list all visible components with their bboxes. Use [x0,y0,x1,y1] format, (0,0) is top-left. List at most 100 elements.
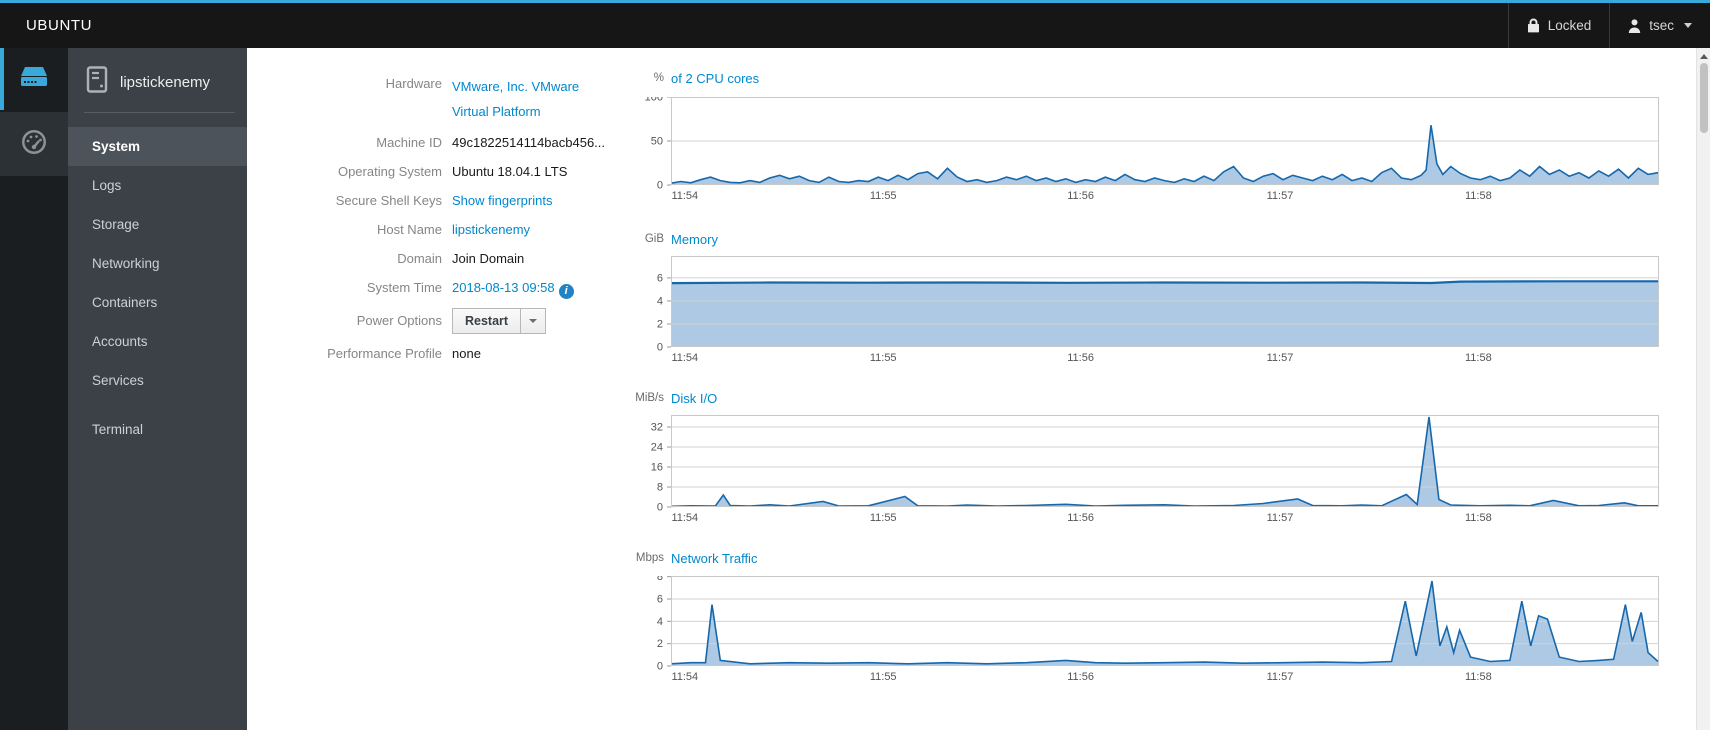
sidebar-item-terminal[interactable]: Terminal [68,410,247,449]
sidebar-item-containers[interactable]: Containers [68,283,247,322]
info-row-system-time: System Time 2018-08-13 09:58 i [250,278,600,299]
ssh-keys-label: Secure Shell Keys [335,193,442,208]
machine-id-value: 49c1822514114bacb456... [452,135,606,150]
chevron-down-icon [529,319,538,323]
memory-chart-link[interactable]: Memory [671,232,718,247]
cpu-chart-title-row: % of 2 CPU cores [605,69,1660,87]
info-row-domain: Domain Join Domain [250,249,600,269]
disk-io-chart: 32 24 16 8 0 11:54 11:55 11:56 11:57 11:58 [651,415,1659,524]
hostname-label: Host Name [376,222,442,237]
info-row-hardware: Hardware VMware, Inc. VMware Virtual Pla… [250,74,600,124]
accent-strip [0,0,1710,3]
sidebar-item-storage[interactable]: Storage [68,205,247,244]
host-name: lipstickenemy [120,73,211,91]
server-outline-icon [86,66,108,98]
memory-usage-chart: 6 4 2 0 11:54 11:55 11:56 11:57 11:58 [657,256,1659,364]
hostname-link[interactable]: lipstickenemy [452,222,530,237]
svg-text:11:55: 11:55 [870,671,897,683]
svg-text:11:57: 11:57 [1267,190,1294,202]
sidebar-divider [84,112,235,113]
svg-text:0: 0 [657,180,663,192]
machine-id-label: Machine ID [376,135,442,150]
svg-text:11:55: 11:55 [870,512,897,524]
svg-text:11:57: 11:57 [1267,671,1294,683]
svg-text:11:54: 11:54 [671,671,698,683]
server-icon [18,64,50,95]
cpu-unit-label: % [653,72,664,84]
chevron-down-icon [1684,23,1692,28]
show-fingerprints-link[interactable]: Show fingerprints [452,193,552,208]
svg-text:0: 0 [657,342,663,354]
svg-text:11:55: 11:55 [870,352,897,364]
info-row-performance-profile: Performance Profile none [250,344,600,364]
host-header[interactable]: lipstickenemy [68,48,247,112]
user-name: tsec [1649,18,1674,33]
svg-text:4: 4 [657,295,663,307]
svg-text:4: 4 [657,616,663,628]
network-unit-label: Mbps [635,552,664,564]
scroll-up-arrow-icon[interactable] [1699,54,1708,59]
sidebar-item-logs[interactable]: Logs [68,166,247,205]
sidebar-item-system[interactable]: System [68,127,247,166]
power-options-label: Power Options [356,313,442,328]
svg-text:6: 6 [657,594,663,606]
os-label: Operating System [337,164,442,179]
top-navbar: UBUNTU Locked tsec [0,0,1710,48]
svg-text:11:56: 11:56 [1067,190,1094,202]
info-circle-icon[interactable]: i [558,284,574,299]
svg-text:24: 24 [651,442,663,454]
hardware-label: Hardware [385,76,442,91]
svg-text:11:56: 11:56 [1067,352,1094,364]
svg-text:11:58: 11:58 [1465,512,1492,524]
system-time-label: System Time [366,280,442,295]
memory-chart-title-row: GiB Memory [605,230,1660,248]
sidebar-item-accounts[interactable]: Accounts [68,322,247,361]
svg-text:11:54: 11:54 [671,512,698,524]
hardware-link[interactable]: VMware, Inc. VMware Virtual Platform [452,74,602,124]
info-row-machine-id: Machine ID 49c1822514114bacb456... [250,133,605,153]
sidebar-item-services[interactable]: Services [68,361,247,400]
disk-chart-title-row: MiB/s Disk I/O [605,389,1660,407]
svg-text:11:58: 11:58 [1465,352,1492,364]
disk-unit-label: MiB/s [635,392,664,404]
domain-label: Domain [397,251,442,266]
network-traffic-chart: 8 6 4 2 0 11:54 11:55 11:56 11:57 11:58 [657,576,1659,683]
svg-text:11:55: 11:55 [870,190,897,202]
cpu-chart-link[interactable]: of 2 CPU cores [671,71,759,86]
svg-text:11:58: 11:58 [1465,190,1492,202]
svg-text:16: 16 [651,462,663,474]
svg-text:2: 2 [657,318,663,330]
svg-text:11:54: 11:54 [671,352,698,364]
svg-text:8: 8 [657,576,663,583]
user-icon [1628,18,1641,33]
network-chart-link[interactable]: Network Traffic [671,551,757,566]
system-info-panel: Hardware VMware, Inc. VMware Virtual Pla… [250,74,605,373]
cpu-usage-chart: 100 50 0 11:54 11:55 11:56 11:57 11:58 [645,97,1659,202]
menu-group-gap [68,400,247,410]
svg-text:11:56: 11:56 [1067,512,1094,524]
cockpit-app: UBUNTU Locked tsec lipstickenemy System … [0,0,1710,730]
performance-profile-value: none [452,346,481,361]
network-chart-title-row: Mbps Network Traffic [605,549,1660,567]
restart-button[interactable]: Restart [452,308,522,334]
svg-text:50: 50 [651,136,663,148]
sidebar-item-networking[interactable]: Networking [68,244,247,283]
scrollbar-thumb[interactable] [1699,63,1708,133]
performance-profile-label: Performance Profile [327,346,442,361]
gauge-icon [20,128,48,161]
power-dropdown-button[interactable] [521,308,547,334]
user-menu[interactable]: tsec [1609,3,1710,48]
brand-logo: UBUNTU [26,17,93,34]
vertical-scrollbar[interactable] [1696,48,1710,730]
rail-item-dashboard[interactable] [0,112,68,176]
svg-text:11:57: 11:57 [1267,352,1294,364]
locked-indicator[interactable]: Locked [1507,3,1610,48]
system-time-link[interactable]: 2018-08-13 09:58 [452,280,555,295]
power-split-button: Restart [452,308,547,334]
svg-text:0: 0 [657,502,663,514]
join-domain-value[interactable]: Join Domain [452,249,524,269]
disk-chart-link[interactable]: Disk I/O [671,391,717,406]
svg-text:32: 32 [651,422,663,434]
svg-text:6: 6 [657,272,663,284]
rail-item-host[interactable] [0,48,68,110]
